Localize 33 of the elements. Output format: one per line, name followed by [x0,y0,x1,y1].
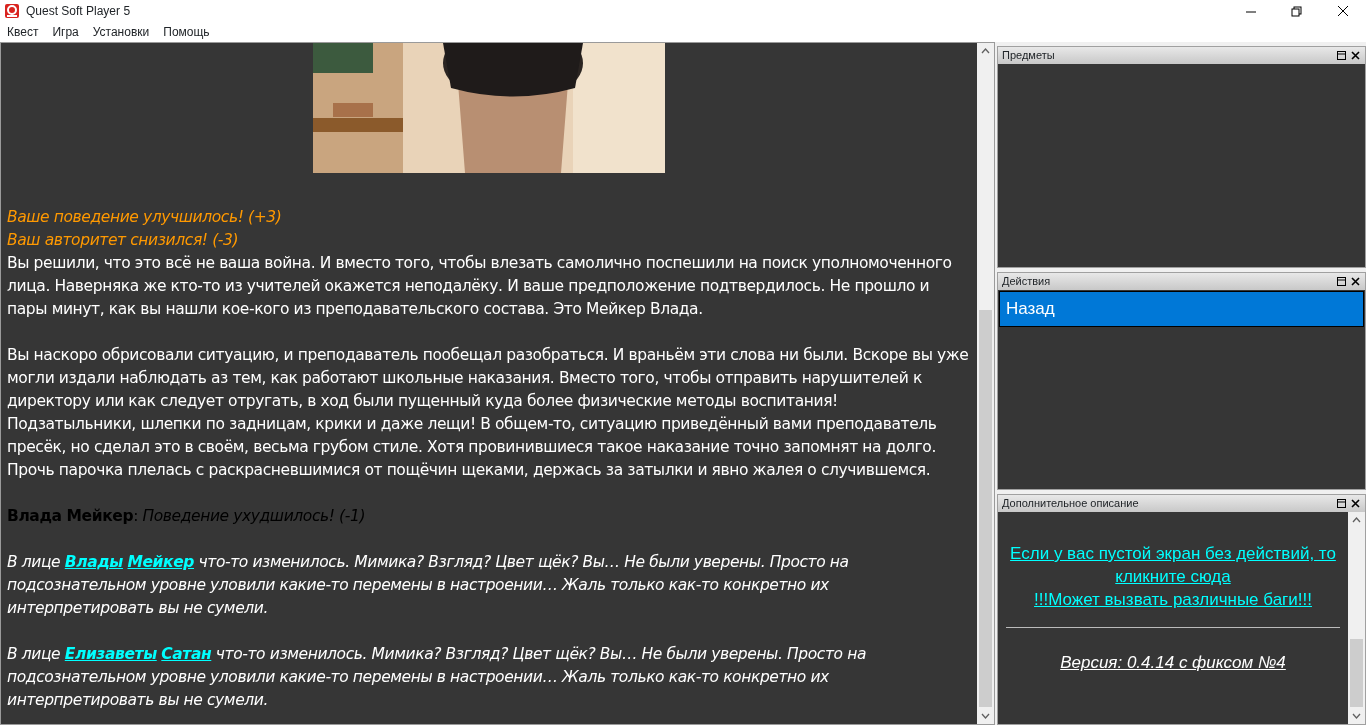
help-link[interactable]: Если у вас пустой экран без действий, то кликните сюда [1006,542,1340,588]
scrollbar[interactable] [1348,512,1365,724]
window-title: Quest Soft Player 5 [26,3,131,20]
menu-item[interactable]: Установки [85,23,157,41]
menu-item[interactable]: Помощь [156,23,217,41]
help-link[interactable]: !!!Может вызвать различные баги!!! [1006,588,1340,611]
scrollbar[interactable] [977,43,994,724]
action-item[interactable]: Назад [999,291,1364,327]
close-icon[interactable] [1350,498,1361,509]
name-link[interactable]: Мейкер [127,553,194,571]
scroll-thumb[interactable] [1350,639,1363,707]
story-paragraph: Вы наскоро обрисовали ситуацию, и преподаватель пообещал разобраться. И враньём эти слова ни были. Вскоре вы уже могли издали наблюдать аз тем, как работают школьные наказания. Вместо того, чтобы отправить нарушителей к директору или как следует отругать, в ход были пущенный куда более физические методы воспитания! Подзатыльники, шлепки по задницам, крики и даже лещи! В общем-то, ситуацию приведённый вами преподаватель пресёк, но сделал это в своём, весьма грубом стиле. Хотя провинившиеся такое наказание точно запомнят на долго. Прочь парочка плелась с раскрасневшимися от пощёчин щеками, держась за затылки и явно жалея о случившемся. [7,345,970,481]
panel-title: Предметы [1002,48,1056,64]
panel-title: Действия [1002,274,1052,290]
dock-icon[interactable] [1336,276,1347,287]
dock-icon[interactable] [1336,498,1347,509]
panel-title: Дополнительное описание [1002,496,1140,512]
name-link[interactable]: Елизаветы [64,645,157,663]
version-text: Версия: 0.4.14 с фиксом №4 [1060,653,1286,672]
close-icon[interactable] [1350,276,1361,287]
story-paragraph: В лице Влады Мейкер что-то изменилось. Мимика? Взгляд? Цвет щёк? Вы… Не были уверены. Просто на подсознательном уровне уловили какие-то перемены в настроении… Жаль только как-то конкретно их интерпретировать вы не сумели. [7,552,850,619]
scroll-thumb[interactable] [979,310,992,707]
app-logo-icon [4,3,20,19]
close-icon[interactable] [1350,50,1361,61]
story-paragraph: Вы решили, что это всё не ваша война. И вместо того, чтобы влезать самолично поспешили на поиск уполномоченного лица. Наверняка же кто-то из учителей окажется неподалёку. И ваше предположение подтвердилось. Не прошло и пары минут, как вы нашли кое-кого из преподавательского состава. Это Мейкер Влада. [7,253,953,320]
story-paragraph: В лице Елизаветы Сатан что-то изменилось. Мимика? Взгляд? Цвет щёк? Вы… Не были уверены. Просто на подсознательном уровне уловили какие-то перемены в настроении… Жаль только как-то конкретно их интерпретировать вы не сумели. [7,644,867,711]
dock-icon[interactable] [1336,50,1347,61]
menu-item[interactable]: Квест [0,23,46,41]
menu-item[interactable]: Игра [45,23,86,41]
notice-text: Ваш авторитет снизился! (-3) [7,230,240,251]
name-link[interactable]: Влады [64,553,123,571]
name-link[interactable]: Сатан [161,645,212,663]
notice-text: Ваше поведение улучшилось! (+3) [7,207,283,228]
